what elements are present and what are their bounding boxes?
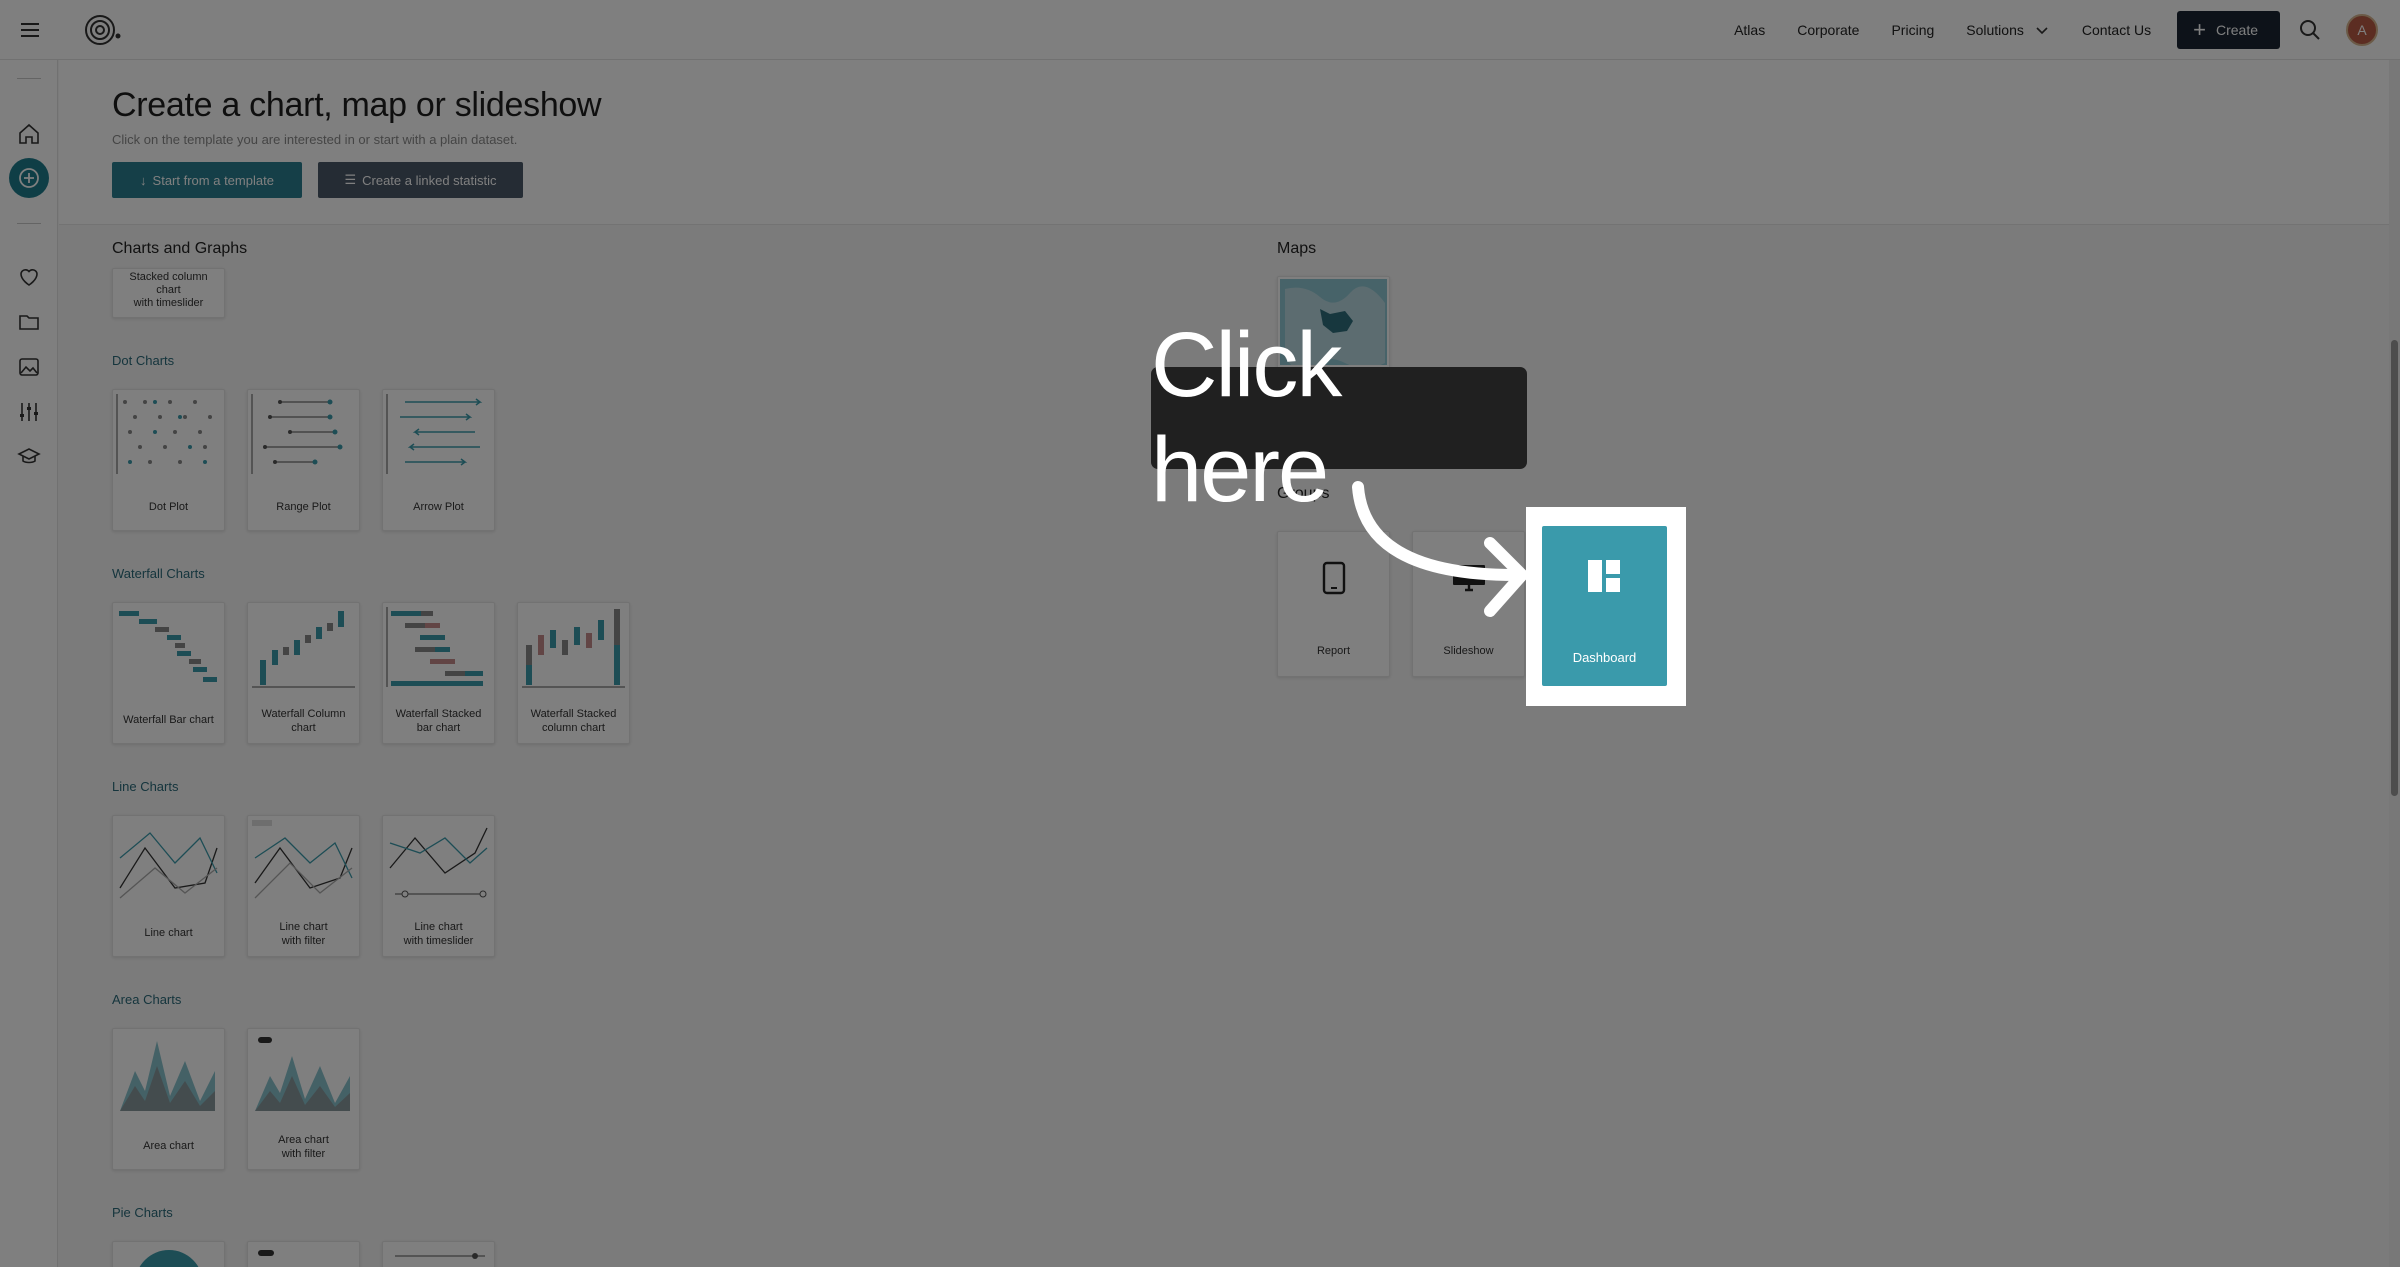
- nav-pricing[interactable]: Pricing: [1891, 22, 1934, 38]
- folder-icon[interactable]: [17, 310, 41, 334]
- card-label: Line chart with timeslider: [403, 921, 474, 947]
- click-here-callout: Click here: [1151, 314, 1527, 521]
- menu-icon[interactable]: [18, 18, 42, 42]
- chart-card-waterfall-stacked-column[interactable]: Waterfall Stacked column chart: [517, 602, 630, 744]
- pie-chart-filter-thumbnail: [258, 1250, 274, 1256]
- chart-card-pie[interactable]: [112, 1241, 225, 1267]
- main-nav: Atlas Corporate Pricing Solutions Contac…: [1702, 0, 2280, 60]
- area-chart-thumbnail: [120, 1041, 215, 1111]
- card-label: Slideshow: [1443, 645, 1494, 657]
- category-title-waterfall: Waterfall Charts: [112, 566, 205, 581]
- nav-solutions[interactable]: Solutions: [1966, 22, 2024, 38]
- plus-circle-icon: [19, 168, 39, 188]
- logo[interactable]: [80, 10, 124, 50]
- category-title-area: Area Charts: [112, 992, 182, 1007]
- page-scrollbar[interactable]: [2389, 60, 2400, 1267]
- create-button[interactable]: + Create: [2177, 11, 2280, 49]
- create-linked-statistic-label: Create a linked statistic: [362, 172, 497, 188]
- search-icon[interactable]: [2298, 18, 2322, 42]
- waterfall-stacked-bar-thumbnail: [386, 607, 483, 687]
- card-label: Waterfall Stacked column chart: [530, 708, 617, 734]
- chart-card-line-chart-timeslider[interactable]: Line chart with timeslider: [382, 815, 495, 957]
- line-chart-filter-thumbnail: [252, 820, 353, 899]
- top-bar: Atlas Corporate Pricing Solutions Contac…: [0, 0, 2400, 60]
- card-label: Area chart: [143, 1140, 194, 1152]
- nav-corporate[interactable]: Corporate: [1797, 22, 1859, 38]
- range-plot-thumbnail: [251, 394, 343, 474]
- sliders-icon[interactable]: [17, 400, 41, 424]
- card-label: Waterfall Column chart: [261, 708, 346, 734]
- card-label: Waterfall Bar chart: [123, 714, 214, 726]
- card-label: Dot Plot: [148, 501, 189, 513]
- chart-card-range-plot[interactable]: Range Plot: [247, 389, 360, 531]
- card-label: Dashboard: [1572, 650, 1637, 665]
- area-chart-filter-thumbnail: [255, 1037, 350, 1111]
- scrollbar-thumb[interactable]: [2391, 340, 2398, 796]
- waterfall-stacked-column-thumbnail: [522, 609, 625, 688]
- sidebar: [0, 60, 58, 1267]
- category-title-dot: Dot Charts: [112, 353, 175, 368]
- card-label: Area chart with filter: [278, 1134, 329, 1160]
- pie-chart-timeslider-thumbnail: [395, 1253, 485, 1259]
- home-icon[interactable]: [17, 122, 41, 146]
- page-subtitle: Click on the template you are interested…: [112, 132, 518, 147]
- sidebar-divider: [17, 78, 41, 79]
- hero: Create a chart, map or slideshow Click o…: [59, 60, 2389, 225]
- nav-atlas[interactable]: Atlas: [1734, 22, 1765, 38]
- group-card-dashboard[interactable]: Dashboard: [1542, 526, 1667, 686]
- card-label: Range Plot: [276, 501, 331, 513]
- chevron-down-icon[interactable]: [2034, 22, 2050, 38]
- chart-card-line-chart[interactable]: Line chart: [112, 815, 225, 957]
- waterfall-bar-thumbnail: [119, 611, 217, 682]
- card-label: Report: [1316, 645, 1351, 657]
- arrow-plot-thumbnail: [386, 394, 483, 474]
- sidebar-divider: [17, 223, 41, 224]
- category-title-pie: Pie Charts: [112, 1205, 173, 1220]
- chart-card-waterfall-column[interactable]: Waterfall Column chart: [247, 602, 360, 744]
- charts-section-title: Charts and Graphs: [112, 240, 248, 257]
- image-icon[interactable]: [17, 355, 41, 379]
- create-linked-statistic-button[interactable]: ☰ Create a linked statistic: [318, 162, 523, 198]
- chart-card-line-chart-filter[interactable]: Line chart with filter: [247, 815, 360, 957]
- avatar[interactable]: A: [2346, 14, 2378, 46]
- curved-arrow-icon: [1352, 481, 1528, 617]
- arrow-down-icon: ↓: [140, 172, 147, 188]
- chart-card-area-chart[interactable]: Area chart: [112, 1028, 225, 1170]
- graduation-cap-icon[interactable]: [17, 445, 41, 469]
- dot-plot-thumbnail: [116, 394, 212, 474]
- chart-card-area-chart-filter[interactable]: Area chart with filter: [247, 1028, 360, 1170]
- chart-card-stacked-column-timeslider[interactable]: Stacked column chart with timeslider: [112, 268, 225, 318]
- add-button[interactable]: [9, 158, 49, 198]
- pie-chart-thumbnail: [139, 1250, 199, 1267]
- chart-card-arrow-plot[interactable]: Arrow Plot: [382, 389, 495, 531]
- card-label: Arrow Plot: [413, 501, 464, 513]
- line-chart-timeslider-thumbnail: [389, 827, 488, 898]
- start-from-template-button[interactable]: ↓ Start from a template: [112, 162, 302, 198]
- chart-card-waterfall-stacked-bar[interactable]: Waterfall Stacked bar chart: [382, 602, 495, 744]
- card-label: Line chart with filter: [279, 921, 328, 947]
- database-icon: ☰: [344, 172, 357, 187]
- chart-card-pie-timeslider[interactable]: [382, 1241, 495, 1267]
- dashboard-icon: [1588, 560, 1620, 592]
- card-label: Waterfall Stacked bar chart: [395, 708, 482, 734]
- line-chart-thumbnail: [119, 832, 218, 899]
- card-label: Stacked column chart with timeslider: [129, 271, 208, 309]
- create-button-label: Create: [2215, 22, 2258, 38]
- chart-card-waterfall-bar[interactable]: Waterfall Bar chart: [112, 602, 225, 744]
- card-label: Line chart: [144, 927, 193, 939]
- waterfall-column-thumbnail: [252, 611, 355, 688]
- nav-contact-us[interactable]: Contact Us: [2082, 22, 2151, 38]
- maps-section-title: Maps: [1277, 240, 1317, 257]
- plus-icon: +: [2193, 17, 2206, 42]
- chart-card-dot-plot[interactable]: Dot Plot: [112, 389, 225, 531]
- heart-icon[interactable]: [17, 265, 41, 289]
- page-title: Create a chart, map or slideshow: [112, 86, 602, 124]
- chart-card-pie-filter[interactable]: [247, 1241, 360, 1267]
- category-title-line: Line Charts: [112, 779, 179, 794]
- start-from-template-label: Start from a template: [152, 172, 274, 188]
